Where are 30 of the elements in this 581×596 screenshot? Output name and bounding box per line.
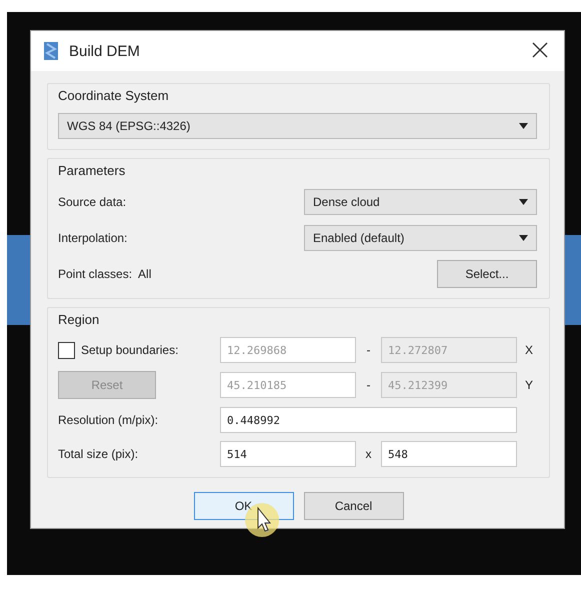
field-label: Source data: [58, 195, 126, 209]
axis-label: X [524, 343, 533, 357]
parameter-dropdown[interactable]: Dense cloud [304, 189, 537, 215]
coordinate-system-dropdown[interactable]: WGS 84 (EPSG::4326) [58, 113, 537, 139]
field-value: All [138, 267, 152, 281]
group-title: Coordinate System [58, 88, 170, 103]
axis-label: Y [524, 378, 533, 392]
width-field[interactable]: 514 [220, 441, 356, 467]
select-button[interactable]: Select... [437, 260, 537, 288]
caret-icon [519, 199, 528, 205]
height-field[interactable]: 548 [381, 441, 517, 467]
app-icon [43, 41, 59, 61]
size-separator: x [364, 447, 372, 461]
caret-icon [519, 235, 528, 241]
resolution-field[interactable]: 0.448992 [220, 407, 517, 433]
parameter-dropdown[interactable]: Enabled (default) [304, 225, 537, 251]
field-label: Point classes: [58, 267, 132, 281]
checkbox[interactable] [58, 342, 75, 358]
group-title: Parameters [58, 163, 126, 178]
range-separator: - [366, 378, 372, 392]
field-label: Resolution (m/pix): [58, 413, 160, 427]
caret-icon [519, 123, 528, 129]
field-label: Total size (pix): [58, 447, 140, 461]
range-separator: - [366, 343, 372, 357]
close-icon [532, 42, 548, 58]
checkbox-label: Setup boundaries: [81, 343, 178, 357]
window-title: Build DEM [69, 42, 141, 60]
dialog-button[interactable]: Cancel [304, 492, 404, 520]
group-title: Region [58, 312, 100, 327]
field-label: Interpolation: [58, 231, 128, 245]
